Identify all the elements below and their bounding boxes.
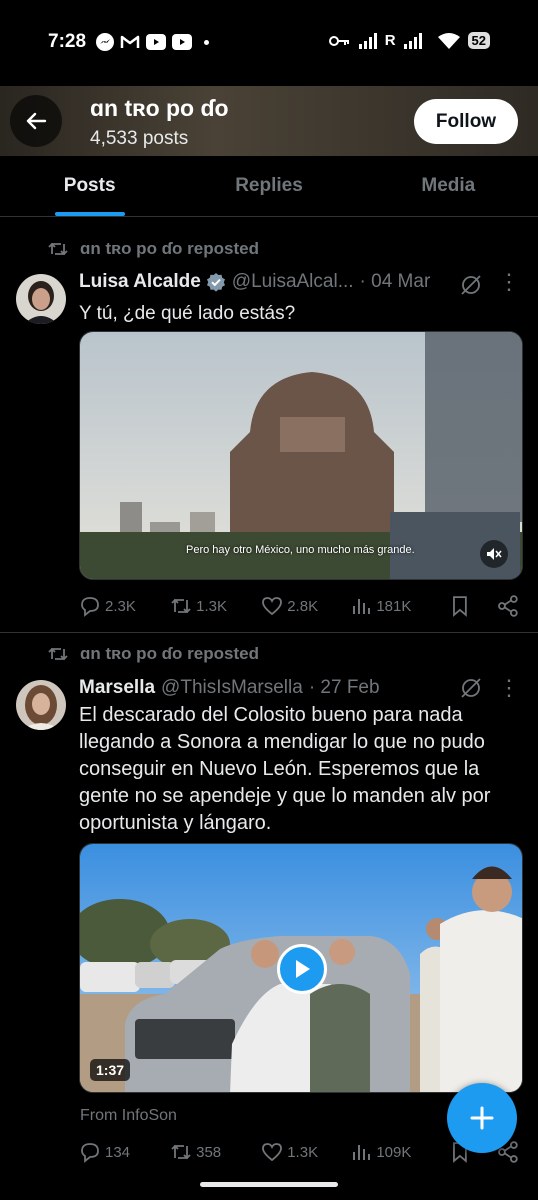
back-arrow-icon	[26, 112, 47, 130]
key-icon	[328, 35, 349, 46]
play-button[interactable]	[277, 944, 327, 994]
post[interactable]: ɑn tʀo po ɗo reposted Luisa Alcalde @Lui…	[0, 217, 538, 632]
gmail-icon	[120, 34, 140, 50]
avatar[interactable]	[16, 274, 66, 324]
active-tab-indicator	[54, 212, 125, 216]
repost-text: ɑn tʀo po ɗo reposted	[80, 239, 259, 258]
repost-indicator: ɑn tʀo po ɗo reposted	[48, 239, 259, 259]
reply-count: 2.3K	[105, 597, 136, 615]
repost-count: 1.3K	[196, 597, 227, 615]
profile-tabs: Posts Replies Media	[0, 156, 538, 217]
author-name[interactable]: Luisa Alcalde	[79, 271, 201, 293]
post-text: El descarado del Colosito bueno para nad…	[79, 704, 491, 834]
signal-icon	[358, 32, 377, 49]
reply-button[interactable]: 134	[79, 1141, 170, 1163]
muted-speaker-icon	[487, 548, 502, 560]
messenger-icon	[96, 33, 114, 51]
mute-button[interactable]	[480, 540, 508, 568]
repost-indicator: ɑn tʀo po ɗo reposted	[48, 644, 259, 664]
post-video[interactable]: Pero hay otro México, uno mucho más gran…	[79, 331, 523, 580]
repost-icon	[171, 598, 191, 614]
more-options-icon[interactable]: ⋮	[498, 675, 520, 701]
status-bar: 7:28 R 52	[0, 0, 538, 86]
repost-icon	[48, 647, 68, 661]
signal-icon-2	[403, 32, 422, 49]
tab-media[interactable]: Media	[359, 156, 538, 216]
reply-button[interactable]: 2.3K	[79, 595, 170, 617]
post-actions: 2.3K 1.3K 2.8K 181K	[79, 595, 519, 617]
reply-icon	[81, 597, 99, 617]
battery-indicator: 52	[467, 32, 490, 49]
post-actions: 134 358 1.3K 109K	[79, 1141, 519, 1163]
post-text: Y tú, ¿de qué lado estás?	[79, 303, 296, 324]
heart-icon	[262, 597, 283, 616]
author-name[interactable]: Marsella	[79, 677, 155, 699]
post-date: · 04 Mar	[359, 271, 431, 292]
like-button[interactable]: 2.8K	[261, 596, 352, 616]
author-handle[interactable]: @ThisIsMarsella	[161, 677, 303, 699]
video-thumbnail	[80, 332, 522, 579]
more-options-icon[interactable]: ⋮	[498, 269, 520, 295]
youtube-icon	[146, 34, 166, 50]
video-duration: 1:37	[90, 1059, 131, 1081]
notification-icons	[96, 33, 209, 51]
plus-icon	[470, 1106, 494, 1130]
share-icon[interactable]	[497, 595, 519, 617]
grok-icon[interactable]	[460, 677, 482, 699]
view-count: 181K	[376, 597, 412, 615]
views-icon	[353, 1145, 371, 1160]
follow-button[interactable]: Follow	[414, 99, 518, 144]
more-notifications-dot	[204, 39, 209, 45]
views-button[interactable]: 181K	[352, 597, 451, 615]
avatar[interactable]	[16, 680, 66, 730]
grok-icon[interactable]	[460, 274, 482, 296]
wifi-icon	[437, 32, 460, 49]
play-icon	[296, 960, 310, 978]
reply-icon	[81, 1143, 99, 1163]
repost-count: 358	[196, 1143, 222, 1161]
status-time: 7:28	[48, 31, 87, 52]
tab-label: Posts	[63, 175, 116, 196]
network-type: R	[384, 32, 396, 49]
post-video[interactable]: 1:37	[79, 843, 523, 1093]
tab-label: Media	[421, 175, 476, 196]
repost-text: ɑn tʀo po ɗo reposted	[80, 644, 259, 663]
views-icon	[353, 599, 371, 614]
system-icons: R 52	[328, 32, 490, 49]
verified-badge-icon	[206, 273, 225, 292]
like-button[interactable]: 1.3K	[261, 1142, 352, 1162]
author-handle[interactable]: @LuisaAlcal...	[232, 271, 354, 293]
profile-name: ɑn tʀo po ɗo	[90, 95, 229, 121]
youtube-icon	[172, 34, 192, 50]
media-source[interactable]: From InfoSon	[80, 1107, 177, 1125]
views-button[interactable]: 109K	[352, 1143, 451, 1161]
post-date: · 27 Feb	[308, 677, 380, 698]
video-caption: Pero hay otro México, uno mucho más gran…	[186, 544, 415, 556]
tab-posts[interactable]: Posts	[0, 156, 179, 216]
post-header: Luisa Alcalde @LuisaAlcal... · 04 Mar	[79, 271, 520, 293]
reply-count: 134	[105, 1143, 131, 1161]
repost-button[interactable]: 1.3K	[170, 597, 261, 615]
repost-icon	[48, 242, 68, 256]
profile-header: ɑn tʀo po ɗo 4,533 posts Follow	[0, 86, 538, 156]
like-count: 2.8K	[287, 597, 319, 615]
back-button[interactable]	[10, 95, 62, 147]
gesture-nav-bar[interactable]	[200, 1182, 338, 1187]
like-count: 1.3K	[287, 1143, 319, 1161]
view-count: 109K	[376, 1143, 412, 1161]
tab-label: Replies	[235, 175, 303, 196]
heart-icon	[262, 1143, 283, 1162]
post-header: Marsella @ThisIsMarsella · 27 Feb	[79, 677, 520, 699]
repost-icon	[171, 1144, 191, 1160]
compose-post-button[interactable]	[447, 1083, 517, 1153]
repost-button[interactable]: 358	[170, 1143, 261, 1161]
posts-count: 4,533 posts	[90, 128, 189, 149]
tab-replies[interactable]: Replies	[179, 156, 358, 216]
bookmark-icon[interactable]	[451, 595, 469, 617]
